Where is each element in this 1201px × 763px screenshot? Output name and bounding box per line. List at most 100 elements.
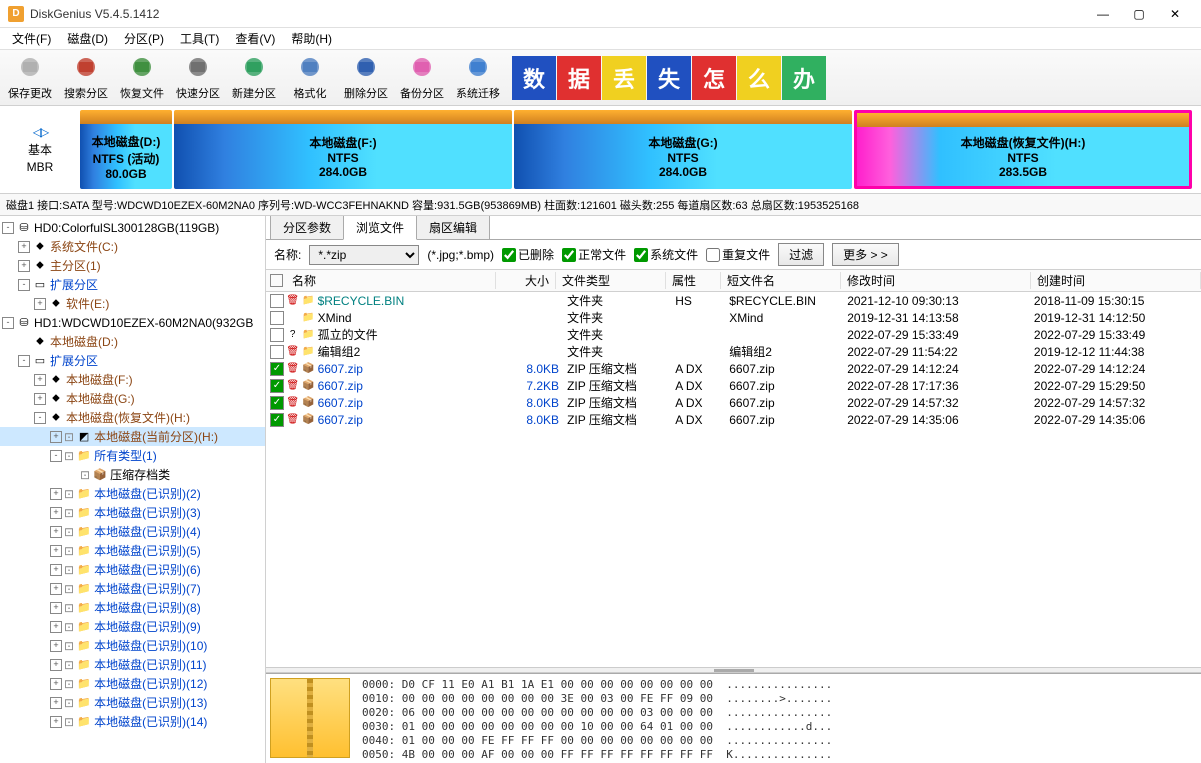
tool-quick-button[interactable]: 快速分区 (172, 52, 224, 104)
tree-item[interactable]: +⊡📁本地磁盘(已识别)(4) (0, 522, 265, 541)
menu-item[interactable]: 分区(P) (116, 28, 172, 49)
file-list-header[interactable]: 名称 大小 文件类型 属性 短文件名 修改时间 创建时间 (266, 270, 1201, 292)
expand-icon[interactable]: + (50, 507, 62, 519)
expand-icon[interactable]: + (50, 640, 62, 652)
tree-item[interactable]: +⊡📁本地磁盘(已识别)(12) (0, 674, 265, 693)
expand-icon[interactable]: + (50, 545, 62, 557)
tool-save-button[interactable]: 保存更改 (4, 52, 56, 104)
col-attr[interactable]: 属性 (666, 272, 721, 289)
col-mtime[interactable]: 修改时间 (841, 272, 1031, 289)
tree-item[interactable]: +⊡📁本地磁盘(已识别)(8) (0, 598, 265, 617)
tree-item[interactable]: +⊡📁本地磁盘(已识别)(13) (0, 693, 265, 712)
tree-item[interactable]: +⊡📁本地磁盘(已识别)(9) (0, 617, 265, 636)
tool-search-button[interactable]: 搜索分区 (60, 52, 112, 104)
col-type[interactable]: 文件类型 (556, 272, 666, 289)
tree-item[interactable]: -⊡📁所有类型(1) (0, 446, 265, 465)
tool-migrate-button[interactable]: 系统迁移 (452, 52, 504, 104)
expand-icon[interactable]: + (34, 298, 46, 310)
tree-item[interactable]: -⬥本地磁盘(恢复文件)(H:) (0, 408, 265, 427)
menu-item[interactable]: 查看(V) (227, 28, 283, 49)
partition-box[interactable]: 本地磁盘(恢复文件)(H:)NTFS283.5GB (854, 110, 1192, 189)
partition-box[interactable]: 本地磁盘(G:)NTFS284.0GB (514, 110, 852, 189)
expand-icon[interactable]: + (34, 374, 46, 386)
partition-box[interactable]: 本地磁盘(F:)NTFS284.0GB (174, 110, 512, 189)
expand-icon[interactable]: - (18, 355, 30, 367)
file-row[interactable]: 🗑📁编辑组2文件夹编辑组22022-07-29 11:54:222019-12-… (266, 343, 1201, 360)
tree-item[interactable]: +⬥本地磁盘(G:) (0, 389, 265, 408)
tree-item[interactable]: +⊡📁本地磁盘(已识别)(10) (0, 636, 265, 655)
system-checkbox[interactable]: 系统文件 (634, 246, 698, 263)
row-checkbox[interactable] (270, 294, 284, 308)
expand-icon[interactable]: + (50, 659, 62, 671)
expand-icon[interactable]: + (50, 431, 62, 443)
col-ctime[interactable]: 创建时间 (1031, 272, 1201, 289)
tool-delete-button[interactable]: 删除分区 (340, 52, 392, 104)
tree-item[interactable]: +⊡📁本地磁盘(已识别)(2) (0, 484, 265, 503)
tree-item[interactable]: +⬥本地磁盘(F:) (0, 370, 265, 389)
expand-icon[interactable]: + (50, 716, 62, 728)
menu-item[interactable]: 工具(T) (172, 28, 227, 49)
file-row[interactable]: 📁XMind文件夹XMind2019-12-31 14:13:582019-12… (266, 309, 1201, 326)
expand-icon[interactable]: + (50, 697, 62, 709)
expand-icon[interactable]: - (50, 450, 62, 462)
tree-item[interactable]: +⊡📁本地磁盘(已识别)(5) (0, 541, 265, 560)
expand-icon[interactable]: + (50, 564, 62, 576)
tab[interactable]: 浏览文件 (343, 216, 417, 240)
tree-item[interactable]: +⊡📁本地磁盘(已识别)(3) (0, 503, 265, 522)
expand-icon[interactable]: + (18, 241, 30, 253)
select-all-checkbox[interactable] (270, 274, 283, 287)
partition-box[interactable]: 本地磁盘(D:)NTFS (活动)80.0GB (80, 110, 172, 189)
tree-item[interactable]: -▭扩展分区 (0, 275, 265, 294)
tab[interactable]: 扇区编辑 (416, 216, 490, 239)
more-button[interactable]: 更多 > > (832, 243, 899, 266)
row-checkbox[interactable] (270, 328, 284, 342)
expand-icon[interactable]: + (50, 678, 62, 690)
file-row[interactable]: ✓🗑📦6607.zip7.2KBZIP 压缩文档A DX6607.zip2022… (266, 377, 1201, 394)
file-row[interactable]: ✓🗑📦6607.zip8.0KBZIP 压缩文档A DX6607.zip2022… (266, 411, 1201, 428)
tool-backup-button[interactable]: 备份分区 (396, 52, 448, 104)
maximize-button[interactable]: ▢ (1121, 1, 1157, 27)
tree-item[interactable]: -▭扩展分区 (0, 351, 265, 370)
row-checkbox[interactable] (270, 345, 284, 359)
file-row[interactable]: ✓🗑📦6607.zip8.0KBZIP 压缩文档A DX6607.zip2022… (266, 360, 1201, 377)
disk-tree[interactable]: -⛁HD0:ColorfulSL300128GB(119GB)+⬥系统文件(C:… (0, 216, 266, 763)
tree-item[interactable]: ⊡📦压缩存档类 (0, 465, 265, 484)
tree-item[interactable]: -⛁HD0:ColorfulSL300128GB(119GB) (0, 218, 265, 237)
row-checkbox[interactable] (270, 311, 284, 325)
normal-checkbox[interactable]: 正常文件 (562, 246, 626, 263)
tree-item[interactable]: +⬥软件(E:) (0, 294, 265, 313)
tab[interactable]: 分区参数 (270, 216, 344, 239)
name-filter-input[interactable]: *.*zip (309, 245, 419, 265)
expand-icon[interactable]: + (34, 393, 46, 405)
tree-item[interactable]: ⬥本地磁盘(D:) (0, 332, 265, 351)
expand-icon[interactable]: - (34, 412, 46, 424)
expand-icon[interactable]: + (50, 621, 62, 633)
tree-item[interactable]: +⊡◩本地磁盘(当前分区)(H:) (0, 427, 265, 446)
dup-checkbox[interactable]: 重复文件 (706, 246, 770, 263)
tool-new-button[interactable]: 新建分区 (228, 52, 280, 104)
file-row[interactable]: 🗑📁$RECYCLE.BIN文件夹HS$RECYCLE.BIN2021-12-1… (266, 292, 1201, 309)
tree-item[interactable]: +⊡📁本地磁盘(已识别)(6) (0, 560, 265, 579)
row-checkbox[interactable]: ✓ (270, 379, 284, 393)
nav-arrows-icon[interactable]: ◁▷ (33, 125, 47, 139)
hex-dump[interactable]: 0000: D0 CF 11 E0 A1 B1 1A E1 00 00 00 0… (362, 678, 832, 759)
col-short[interactable]: 短文件名 (721, 272, 841, 289)
deleted-checkbox[interactable]: 已删除 (502, 246, 554, 263)
filter-button[interactable]: 过滤 (778, 243, 824, 266)
tree-item[interactable]: +⊡📁本地磁盘(已识别)(7) (0, 579, 265, 598)
col-name[interactable]: 名称 (286, 272, 496, 289)
tree-item[interactable]: +⊡📁本地磁盘(已识别)(11) (0, 655, 265, 674)
tree-item[interactable]: +⬥主分区(1) (0, 256, 265, 275)
row-checkbox[interactable]: ✓ (270, 362, 284, 376)
file-row[interactable]: ✓🗑📦6607.zip8.0KBZIP 压缩文档A DX6607.zip2022… (266, 394, 1201, 411)
expand-icon[interactable]: + (50, 526, 62, 538)
expand-icon[interactable]: + (50, 488, 62, 500)
minimize-button[interactable]: — (1085, 1, 1121, 27)
tree-item[interactable]: +⊡📁本地磁盘(已识别)(14) (0, 712, 265, 731)
tool-format-button[interactable]: 格式化 (284, 52, 336, 104)
menu-item[interactable]: 文件(F) (4, 28, 59, 49)
promo-banner[interactable]: 数据丢失怎么办 (512, 56, 826, 100)
file-row[interactable]: ?📁孤立的文件文件夹2022-07-29 15:33:492022-07-29 … (266, 326, 1201, 343)
menu-item[interactable]: 帮助(H) (283, 28, 340, 49)
expand-icon[interactable]: - (2, 222, 14, 234)
